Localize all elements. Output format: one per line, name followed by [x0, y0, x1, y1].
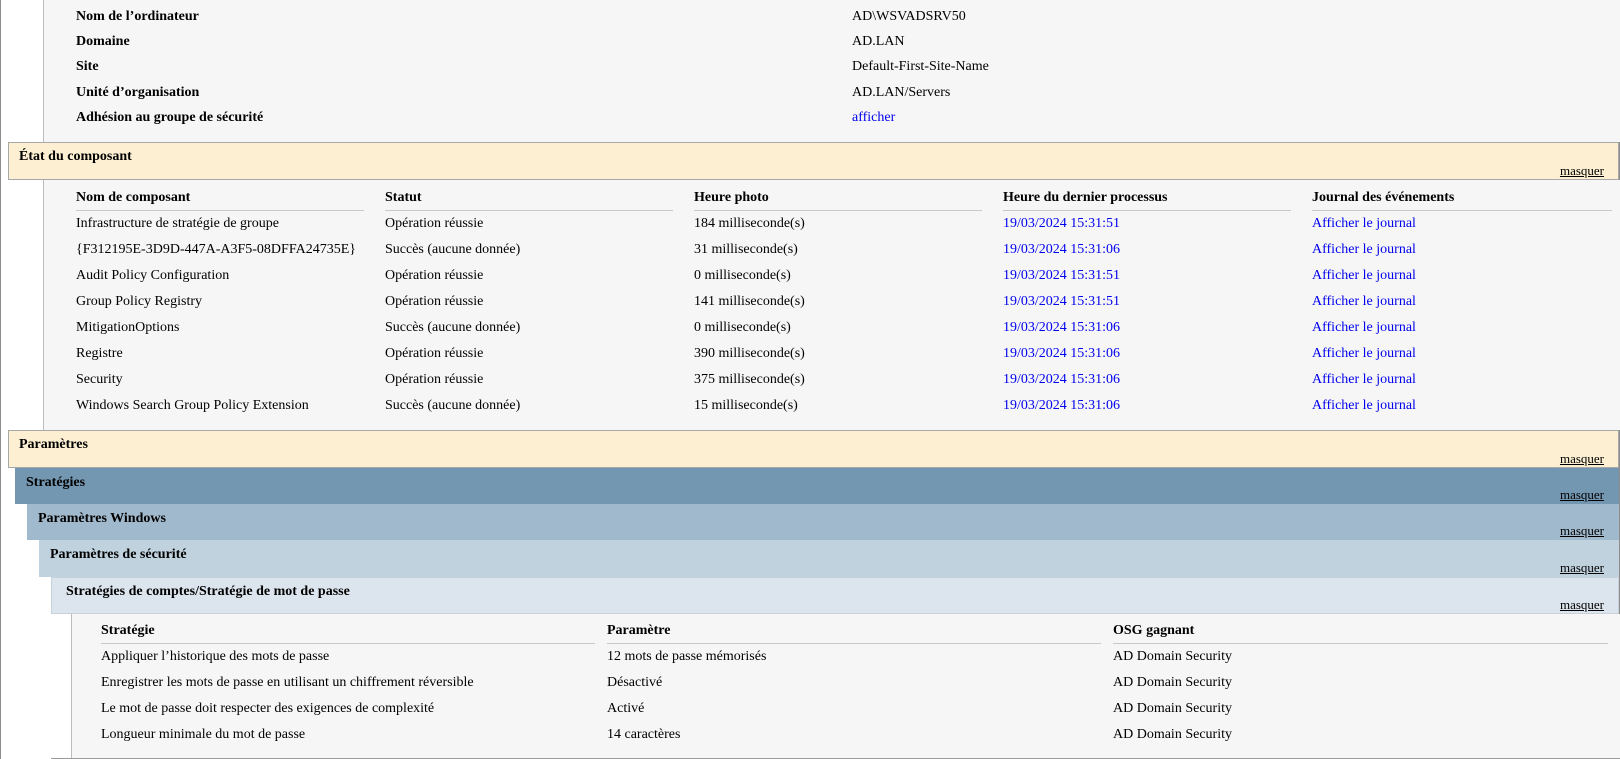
component-time: 31 milliseconde(s): [694, 242, 798, 257]
policy-setting: Activé: [607, 701, 645, 716]
info-label: Site: [76, 59, 99, 74]
component-status: Opération réussie: [385, 346, 484, 361]
component-time: 375 milliseconde(s): [694, 372, 805, 387]
section-title: Paramètres: [19, 437, 88, 452]
policy-name: Longueur minimale du mot de passe: [101, 727, 306, 742]
column-header-setting: Paramètre: [607, 619, 1101, 644]
component-name: Registre: [76, 346, 123, 361]
gp-report-page: Nom de l’ordinateur AD\WSVADSRV50 Domain…: [0, 0, 1620, 759]
component-name: Security: [76, 372, 123, 387]
section-component-status: État du composant masquer: [8, 142, 1619, 180]
component-status: Opération réussie: [385, 372, 484, 387]
component-status: Opération réussie: [385, 268, 484, 283]
policy-table: Stratégie Paramètre OSG gagnant Applique…: [71, 614, 1620, 759]
info-value: AD.LAN: [852, 34, 905, 49]
info-label: Nom de l’ordinateur: [76, 9, 199, 24]
section-parametres-windows: Paramètres Windows masquer: [27, 504, 1619, 540]
event-log-link[interactable]: Afficher le journal: [1312, 212, 1416, 236]
section-title: Stratégies de comptes/Stratégie de mot d…: [66, 584, 350, 599]
section-title: État du composant: [19, 149, 132, 164]
last-process-time[interactable]: 19/03/2024 15:31:51: [1003, 212, 1120, 236]
last-process-time[interactable]: 19/03/2024 15:31:06: [1003, 238, 1120, 262]
component-status: Succès (aucune donnée): [385, 398, 521, 413]
component-time: 390 milliseconde(s): [694, 346, 805, 361]
event-log-link[interactable]: Afficher le journal: [1312, 316, 1416, 340]
component-time: 15 milliseconde(s): [694, 398, 798, 413]
hide-link-parametres[interactable]: masquer: [1560, 451, 1604, 467]
section-parametres: Paramètres masquer: [8, 430, 1619, 468]
component-time: 0 milliseconde(s): [694, 320, 791, 335]
event-log-link[interactable]: Afficher le journal: [1312, 238, 1416, 262]
component-name: Audit Policy Configuration: [76, 268, 230, 283]
column-header-time: Heure photo: [694, 186, 982, 211]
info-value: Default-First-Site-Name: [852, 59, 989, 74]
info-label: Unité d’organisation: [76, 85, 200, 100]
event-log-link[interactable]: Afficher le journal: [1312, 368, 1416, 392]
policy-setting: 14 caractères: [607, 727, 681, 742]
component-status: Succès (aucune donnée): [385, 242, 521, 257]
info-value: AD.LAN/Servers: [852, 85, 951, 100]
last-process-time[interactable]: 19/03/2024 15:31:06: [1003, 316, 1120, 340]
column-header-winning-gpo: OSG gagnant: [1113, 619, 1608, 644]
component-time: 141 milliseconde(s): [694, 294, 805, 309]
column-header-last-process: Heure du dernier processus: [1003, 186, 1291, 211]
policy-setting: Désactivé: [607, 675, 663, 690]
component-name: Infrastructure de stratégie de groupe: [76, 216, 279, 231]
section-strategies-comptes: Stratégies de comptes/Stratégie de mot d…: [51, 577, 1619, 614]
section-title: Paramètres de sécurité: [50, 547, 187, 562]
winning-gpo: AD Domain Security: [1113, 675, 1232, 690]
winning-gpo: AD Domain Security: [1113, 649, 1232, 664]
component-status: Opération réussie: [385, 294, 484, 309]
component-status: Opération réussie: [385, 216, 484, 231]
event-log-link[interactable]: Afficher le journal: [1312, 264, 1416, 288]
column-header-event-log: Journal des événements: [1312, 186, 1612, 211]
policy-name: Enregistrer les mots de passe en utilisa…: [101, 675, 474, 690]
component-table: Nom de composant Statut Heure photo Heur…: [43, 180, 1620, 430]
policy-name: Le mot de passe doit respecter des exige…: [101, 701, 435, 716]
event-log-link[interactable]: Afficher le journal: [1312, 342, 1416, 366]
winning-gpo: AD Domain Security: [1113, 701, 1232, 716]
info-label: Domaine: [76, 34, 130, 49]
policy-setting: 12 mots de passe mémorisés: [607, 649, 767, 664]
column-header-policy: Stratégie: [101, 619, 595, 644]
winning-gpo: AD Domain Security: [1113, 727, 1232, 742]
computer-info-block: Nom de l’ordinateur AD\WSVADSRV50 Domain…: [43, 0, 1620, 142]
component-status: Succès (aucune donnée): [385, 320, 521, 335]
component-time: 0 milliseconde(s): [694, 268, 791, 283]
hide-link-component-status[interactable]: masquer: [1560, 163, 1604, 179]
last-process-time[interactable]: 19/03/2024 15:31:06: [1003, 368, 1120, 392]
section-title: Paramètres Windows: [38, 511, 166, 526]
column-header-component: Nom de composant: [76, 186, 364, 211]
component-name: {F312195E-3D9D-447A-A3F5-08DFFA24735E}: [76, 242, 356, 257]
last-process-time[interactable]: 19/03/2024 15:31:51: [1003, 264, 1120, 288]
info-value: AD\WSVADSRV50: [852, 9, 966, 24]
hide-link-strategies[interactable]: masquer: [1560, 487, 1604, 503]
component-name: Windows Search Group Policy Extension: [76, 398, 309, 413]
component-name: MitigationOptions: [76, 320, 180, 335]
event-log-link[interactable]: Afficher le journal: [1312, 290, 1416, 314]
component-name: Group Policy Registry: [76, 294, 202, 309]
show-security-groups-link[interactable]: afficher: [852, 108, 895, 128]
last-process-time[interactable]: 19/03/2024 15:31:51: [1003, 290, 1120, 314]
info-label: Adhésion au groupe de sécurité: [76, 110, 264, 125]
component-time: 184 milliseconde(s): [694, 216, 805, 231]
hide-link-strategies-comptes[interactable]: masquer: [1560, 597, 1604, 613]
section-parametres-securite: Paramètres de sécurité masquer: [39, 540, 1619, 577]
event-log-link[interactable]: Afficher le journal: [1312, 394, 1416, 418]
section-strategies: Stratégies masquer: [15, 468, 1619, 504]
hide-link-parametres-securite[interactable]: masquer: [1560, 560, 1604, 576]
hide-link-parametres-windows[interactable]: masquer: [1560, 523, 1604, 539]
column-header-status: Statut: [385, 186, 673, 211]
section-title: Stratégies: [26, 475, 86, 490]
policy-name: Appliquer l’historique des mots de passe: [101, 649, 330, 664]
last-process-time[interactable]: 19/03/2024 15:31:06: [1003, 394, 1120, 418]
last-process-time[interactable]: 19/03/2024 15:31:06: [1003, 342, 1120, 366]
